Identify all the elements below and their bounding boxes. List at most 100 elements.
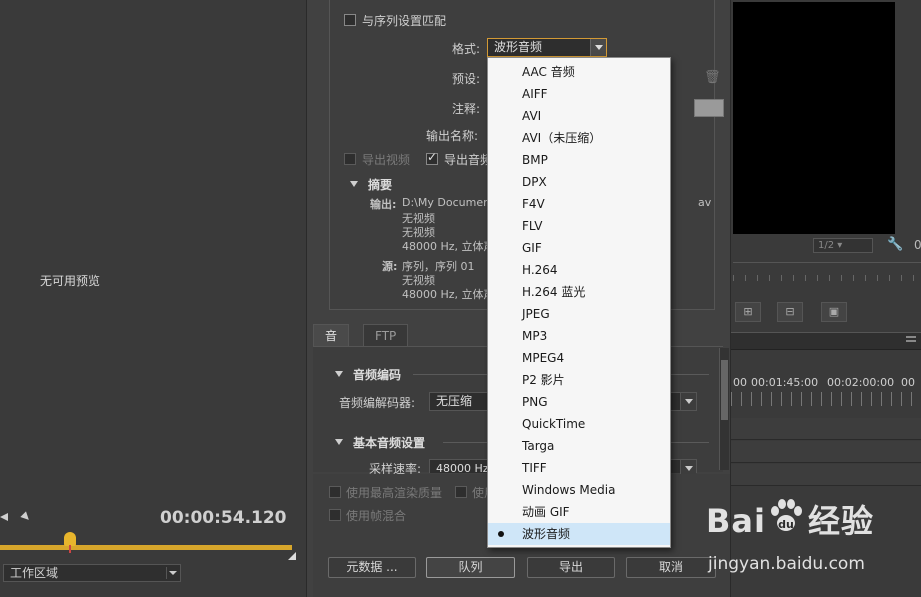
collapse-encoding-icon[interactable]: [335, 371, 343, 377]
export-audio-label: 导出音频: [444, 153, 493, 167]
output-name-label: 输出名称:: [426, 129, 479, 143]
format-label: 格式:: [452, 42, 481, 56]
no-preview-text: 无可用预览: [40, 274, 101, 288]
collapse-summary-icon[interactable]: [350, 181, 358, 187]
format-option[interactable]: H.264 蓝光: [488, 281, 670, 303]
work-area-select[interactable]: 工作区域: [3, 564, 181, 582]
panel-menu-icon[interactable]: [906, 336, 916, 338]
basic-audio-title: 基本音频设置: [353, 436, 426, 450]
format-option[interactable]: TIFF: [488, 457, 670, 479]
program-video: [733, 2, 895, 234]
wrench-icon[interactable]: 🔧: [887, 237, 903, 252]
resolution-value: 1/2: [818, 240, 835, 251]
max-render-label: 使用最高渲染质量: [346, 486, 443, 500]
format-option[interactable]: F4V: [488, 193, 670, 215]
preset-label: 预设:: [452, 72, 481, 86]
timeline-timecode: 00: [733, 376, 747, 389]
trash-icon[interactable]: 🗑: [704, 70, 721, 85]
monitor-ruler[interactable]: [733, 262, 921, 282]
paw-icon: du: [771, 499, 802, 531]
format-option[interactable]: PNG: [488, 391, 670, 413]
chevron-down-icon: [590, 39, 606, 56]
timeline-ruler[interactable]: [731, 392, 921, 406]
camera-icon[interactable]: ▣: [821, 302, 847, 322]
resolution-select[interactable]: 1/2 ▾: [813, 238, 873, 253]
collapse-basic-icon[interactable]: [335, 439, 343, 445]
metadata-button[interactable]: 元数据 ...: [328, 557, 416, 578]
format-option[interactable]: QuickTime: [488, 413, 670, 435]
format-option[interactable]: GIF: [488, 237, 670, 259]
format-option[interactable]: Targa: [488, 435, 670, 457]
codec-label: 音频编解码器:: [339, 396, 416, 410]
audio-encoding-title: 音频编码: [353, 368, 402, 382]
selected-dot-icon: [498, 531, 504, 537]
export-button[interactable]: 导出: [527, 557, 615, 578]
chevron-down-icon: [680, 393, 696, 410]
timeline-timecode: 00: [901, 376, 915, 389]
lift-button[interactable]: ⊞: [735, 302, 761, 322]
chevron-down-icon: [166, 567, 178, 579]
format-select[interactable]: 波形音频: [487, 38, 607, 57]
settings-scrollbar[interactable]: [719, 348, 729, 470]
format-option[interactable]: AVI（未压缩）: [488, 127, 670, 149]
format-option[interactable]: H.264: [488, 259, 670, 281]
timeline-track[interactable]: [731, 464, 921, 486]
timeline-track[interactable]: [731, 418, 921, 440]
comment-label: 注释:: [452, 102, 481, 116]
timeline-timecode: 00:02:00:00: [827, 376, 895, 389]
format-option[interactable]: JPEG: [488, 303, 670, 325]
format-option[interactable]: FLV: [488, 215, 670, 237]
codec-value: 无压缩: [436, 394, 473, 408]
monitor-timecode-partial: 0: [914, 238, 921, 252]
export-video-label: 导出视频: [362, 153, 411, 167]
tab-ftp[interactable]: FTP: [363, 324, 409, 346]
summary-output-line: 48000 Hz, 立体声: [402, 240, 495, 253]
comment-field[interactable]: [694, 99, 724, 117]
format-option[interactable]: 动画 GIF: [488, 501, 670, 523]
svg-text:du: du: [778, 518, 794, 531]
summary-source-detail: 48000 Hz, 立体声: [402, 288, 495, 301]
frame-blend-checkbox[interactable]: [329, 509, 341, 521]
format-option[interactable]: DPX: [488, 171, 670, 193]
format-option[interactable]: BMP: [488, 149, 670, 171]
format-dropdown-list[interactable]: AAC 音频 AIFF AVI AVI（未压缩） BMP DPX F4V FLV…: [487, 57, 671, 548]
summary-output-path-end: av: [698, 196, 712, 209]
scrollbar-thumb[interactable]: [721, 360, 728, 420]
work-area-value: 工作区域: [10, 566, 59, 580]
frame-blend-label: 使用帧混合: [346, 509, 407, 523]
max-render-checkbox[interactable]: [329, 486, 341, 498]
baidu-jingyan-watermark: Bai 经验 du jingyan.baidu.com: [706, 494, 921, 594]
format-option[interactable]: MP3: [488, 325, 670, 347]
mark-out-icon[interactable]: [20, 511, 32, 523]
format-option-selected[interactable]: 波形音频: [488, 523, 670, 545]
watermark-url: jingyan.baidu.com: [708, 554, 865, 574]
format-select-value: 波形音频: [494, 40, 543, 54]
format-option[interactable]: AIFF: [488, 83, 670, 105]
extract-button[interactable]: ⊟: [777, 302, 803, 322]
cancel-button[interactable]: 取消: [626, 557, 716, 578]
match-sequence-checkbox[interactable]: [344, 14, 356, 26]
summary-title: 摘要: [368, 178, 393, 192]
match-sequence-label: 与序列设置匹配: [362, 14, 447, 28]
playhead-line: [69, 545, 71, 553]
tab-audio[interactable]: 音频: [313, 324, 350, 365]
format-option[interactable]: MPEG4: [488, 347, 670, 369]
option-checkbox[interactable]: [455, 486, 467, 498]
timecode-display[interactable]: 00:00:54.120: [160, 508, 287, 528]
summary-output-label: 输出:: [370, 198, 397, 211]
format-option[interactable]: AVI: [488, 105, 670, 127]
timeline-track[interactable]: [731, 441, 921, 463]
timeline-timecode: 00:01:45:00: [751, 376, 819, 389]
time-range-bar[interactable]: [0, 545, 292, 550]
playhead-handle[interactable]: [64, 532, 76, 546]
mark-in-icon[interactable]: [0, 513, 8, 521]
format-option[interactable]: P2 影片: [488, 369, 670, 391]
timeline-header: [731, 332, 921, 350]
export-video-checkbox[interactable]: [344, 153, 356, 165]
out-point-icon[interactable]: [288, 552, 296, 560]
format-option[interactable]: AAC 音频: [488, 61, 670, 83]
summary-source-label: 源:: [382, 260, 398, 273]
format-option[interactable]: Windows Media: [488, 479, 670, 501]
export-audio-checkbox[interactable]: [426, 150, 438, 165]
queue-button[interactable]: 队列: [426, 557, 515, 578]
